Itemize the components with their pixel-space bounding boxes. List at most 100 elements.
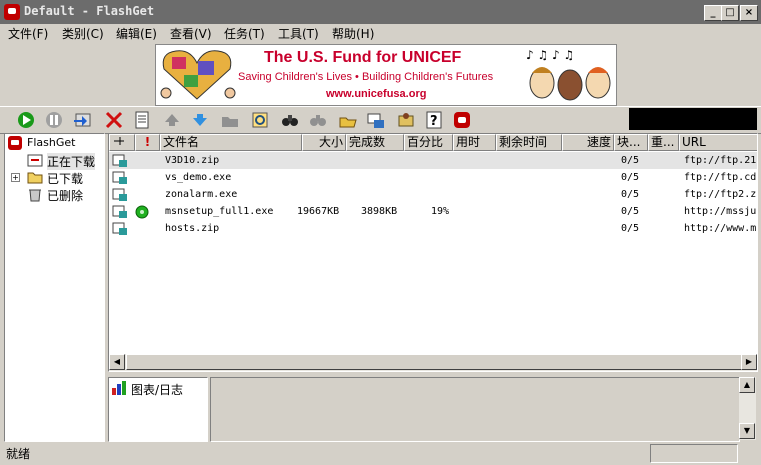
row-url: ftp://ftp2.z bbox=[684, 189, 757, 200]
properties-icon bbox=[135, 111, 149, 129]
open-folder-button[interactable] bbox=[220, 110, 240, 130]
mirror-button[interactable] bbox=[308, 110, 328, 130]
col-url[interactable]: URL bbox=[679, 134, 757, 151]
move-down-button[interactable] bbox=[190, 110, 210, 130]
col-percent[interactable]: 百分比 bbox=[404, 134, 453, 151]
dial-button[interactable] bbox=[366, 110, 386, 130]
col-speed[interactable]: 速度 bbox=[562, 134, 614, 151]
move-up-button[interactable] bbox=[162, 110, 182, 130]
col-priority[interactable]: ! bbox=[135, 134, 160, 151]
status-text: 就绪 bbox=[6, 447, 31, 461]
table-row[interactable]: V3D10.zip 0/5 ftp://ftp.21 bbox=[109, 152, 757, 169]
settings-button[interactable] bbox=[396, 110, 416, 130]
menu-view[interactable]: 查看(V) bbox=[170, 25, 212, 42]
banner-children-drawing-icon: ♪ ♫ ♪ ♫ bbox=[526, 48, 611, 101]
col-blocks[interactable]: 块... bbox=[614, 134, 648, 151]
scroll-left-button[interactable]: ◀ bbox=[109, 354, 125, 370]
banner-subtitle: Saving Children's Lives • Building Child… bbox=[238, 71, 494, 83]
col-pin[interactable] bbox=[109, 134, 135, 151]
row-blocks: 0/5 bbox=[621, 172, 640, 183]
banner-url[interactable]: www.unicefusa.org bbox=[326, 88, 426, 100]
delete-button[interactable] bbox=[104, 110, 124, 130]
menu-task[interactable]: 任务(T) bbox=[224, 25, 265, 42]
scroll-right-button[interactable]: ▶ bbox=[741, 354, 757, 370]
col-retries[interactable]: 重... bbox=[648, 134, 679, 151]
close-button[interactable]: × bbox=[740, 5, 758, 21]
status-panel bbox=[650, 444, 738, 463]
table-row[interactable]: zonalarm.exe 0/5 ftp://ftp2.z bbox=[109, 186, 757, 203]
download-item-icon bbox=[112, 188, 127, 201]
table-row[interactable]: vs_demo.exe 0/5 ftp://ftp.cd bbox=[109, 169, 757, 186]
svg-text:♪ ♫ ♪ ♫: ♪ ♫ ♪ ♫ bbox=[526, 48, 574, 62]
row-blocks: 0/5 bbox=[621, 223, 640, 234]
row-url: ftp://ftp.cd bbox=[684, 172, 757, 183]
speed-graph bbox=[629, 108, 757, 130]
log-content-pane bbox=[210, 377, 740, 442]
dial-icon bbox=[367, 113, 384, 128]
row-filename: zonalarm.exe bbox=[165, 189, 238, 200]
menu-file[interactable]: 文件(F) bbox=[8, 25, 48, 42]
downloading-folder-icon bbox=[27, 154, 43, 167]
status-bar: 就绪 bbox=[0, 443, 761, 465]
row-filename: vs_demo.exe bbox=[165, 172, 232, 183]
row-filename: hosts.zip bbox=[165, 223, 220, 234]
binoculars-icon bbox=[282, 115, 298, 126]
mirror-icon bbox=[310, 115, 326, 126]
minimize-button[interactable]: _ bbox=[704, 5, 722, 21]
download-list: ! 文件名 大小 完成数 百分比 用时 剩余时间 速度 块... 重... UR… bbox=[108, 133, 758, 372]
pin-icon bbox=[114, 137, 124, 145]
help-button[interactable]: ? bbox=[424, 110, 444, 130]
move-up-icon bbox=[165, 114, 179, 126]
scroll-up-button[interactable]: ▲ bbox=[739, 377, 755, 393]
tab-chart-log[interactable]: 图表/日志 bbox=[111, 380, 205, 397]
maximize-button[interactable]: □ bbox=[721, 5, 739, 21]
list-header: ! 文件名 大小 完成数 百分比 用时 剩余时间 速度 块... 重... UR… bbox=[109, 134, 757, 151]
open-file-button[interactable] bbox=[338, 110, 358, 130]
table-row[interactable]: msnsetup_full1.exe 19667KB 3898KB 19% 0/… bbox=[109, 203, 757, 220]
menu-category[interactable]: 类别(C) bbox=[62, 25, 104, 42]
horizontal-scrollbar[interactable]: ◀ ▶ bbox=[109, 354, 757, 371]
active-status-icon bbox=[135, 205, 149, 219]
col-completed[interactable]: 完成数 bbox=[346, 134, 404, 151]
tree-label-downloaded: 已下载 bbox=[47, 172, 84, 186]
flashget-button[interactable] bbox=[452, 110, 472, 130]
flashget-app-icon[interactable] bbox=[4, 4, 20, 20]
menu-bar: 文件(F) 类别(C) 编辑(E) 查看(V) 任务(T) 工具(T) 帮助(H… bbox=[0, 24, 761, 42]
row-url: ftp://ftp.21 bbox=[684, 155, 757, 166]
download-item-icon bbox=[112, 205, 127, 218]
row-size: 19667KB bbox=[297, 206, 340, 217]
col-filename[interactable]: 文件名 bbox=[160, 134, 302, 151]
row-url: http://www.m bbox=[684, 223, 757, 234]
row-blocks: 0/5 bbox=[621, 155, 640, 166]
binoculars-button[interactable] bbox=[280, 110, 300, 130]
svg-text:?: ? bbox=[430, 114, 438, 129]
menu-edit[interactable]: 编辑(E) bbox=[116, 25, 157, 42]
unicef-banner[interactable]: The U.S. Fund for UNICEF Saving Children… bbox=[155, 44, 617, 106]
col-elapsed[interactable]: 用时 bbox=[453, 134, 496, 151]
scroll-down-button[interactable]: ▼ bbox=[739, 423, 755, 439]
col-size[interactable]: 大小 bbox=[302, 134, 346, 151]
downloaded-folder-icon bbox=[27, 172, 43, 184]
tree-item-downloaded[interactable]: + 已下载 bbox=[7, 169, 102, 186]
expand-icon[interactable]: + bbox=[11, 173, 20, 182]
col-remaining[interactable]: 剩余时间 bbox=[496, 134, 562, 151]
start-button[interactable] bbox=[16, 110, 36, 130]
vertical-scrollbar[interactable]: ▲ ▼ bbox=[739, 377, 756, 440]
tree-item-deleted[interactable]: 已删除 bbox=[7, 186, 102, 203]
tree-label-deleted: 已删除 bbox=[47, 189, 84, 203]
download-item-icon bbox=[112, 154, 127, 167]
tree-item-root[interactable]: FlashGet bbox=[7, 135, 102, 152]
table-row[interactable]: hosts.zip 0/5 http://www.m bbox=[109, 220, 757, 237]
row-filename: msnsetup_full1.exe bbox=[165, 206, 274, 217]
pause-button[interactable] bbox=[44, 110, 64, 130]
menu-tools[interactable]: 工具(T) bbox=[278, 25, 319, 42]
horizontal-scroll-thumb[interactable] bbox=[126, 354, 742, 370]
tree-item-downloading[interactable]: 正在下载 bbox=[7, 152, 102, 170]
banner-title: The U.S. Fund for UNICEF bbox=[264, 49, 462, 66]
menu-help[interactable]: 帮助(H) bbox=[332, 25, 374, 42]
row-filename: V3D10.zip bbox=[165, 155, 220, 166]
properties-button[interactable] bbox=[132, 110, 152, 130]
new-download-button[interactable] bbox=[72, 110, 92, 130]
find-button[interactable] bbox=[250, 110, 270, 130]
resize-grip-icon[interactable] bbox=[740, 444, 756, 461]
